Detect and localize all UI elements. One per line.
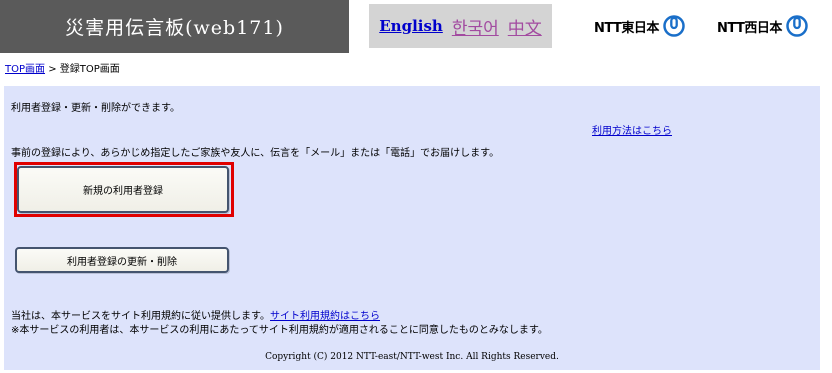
service-title: 災害用伝言板(web171) xyxy=(65,17,284,39)
ntt-circle-logo-icon xyxy=(786,15,808,37)
ntt-west-logo[interactable]: NTT西日本 xyxy=(717,15,808,37)
terms-line: 当社は、本サービスをサイト利用規約に従い提供します。サイト利用規約はこちら xyxy=(11,307,380,322)
breadcrumb-separator: > xyxy=(48,64,57,75)
ntt-east-logo[interactable]: NTT東日本 xyxy=(594,15,685,37)
language-korean-link[interactable]: 한국어 xyxy=(452,14,499,39)
language-english-link[interactable]: English xyxy=(379,17,443,35)
consent-text: ※本サービスの利用者は、本サービスの利用にあたってサイト利用規約が適用されること… xyxy=(11,325,548,336)
new-user-registration-button[interactable]: 新規の利用者登録 xyxy=(17,166,229,213)
breadcrumb: TOP画面 > 登録TOP画面 xyxy=(5,60,120,75)
breadcrumb-top-link[interactable]: TOP画面 xyxy=(5,64,45,75)
ntt-circle-logo-icon xyxy=(663,15,685,37)
description-text: 事前の登録により、あらかじめ指定したご家族や友人に、伝言を「メール」または「電話… xyxy=(11,148,500,159)
copyright: Copyright (C) 2012 NTT-east/NTT-west Inc… xyxy=(265,352,559,362)
service-title-banner: 災害用伝言板(web171) xyxy=(0,0,349,53)
ntt-east-name: NTT東日本 xyxy=(594,20,659,36)
help-link[interactable]: 利用方法はこちら xyxy=(592,122,672,137)
update-delete-registration-button[interactable]: 利用者登録の更新・削除 xyxy=(15,247,229,273)
language-chinese-link[interactable]: 中文 xyxy=(508,14,542,39)
breadcrumb-current: 登録TOP画面 xyxy=(59,64,120,75)
intro-text: 利用者登録・更新・削除ができます。 xyxy=(11,103,180,114)
registration-panel: 利用者登録・更新・削除ができます。 利用方法はこちら 事前の登録により、あらかじ… xyxy=(4,86,820,370)
language-switcher: English 한국어 中文 xyxy=(369,4,552,48)
ntt-west-name: NTT西日本 xyxy=(717,20,782,36)
